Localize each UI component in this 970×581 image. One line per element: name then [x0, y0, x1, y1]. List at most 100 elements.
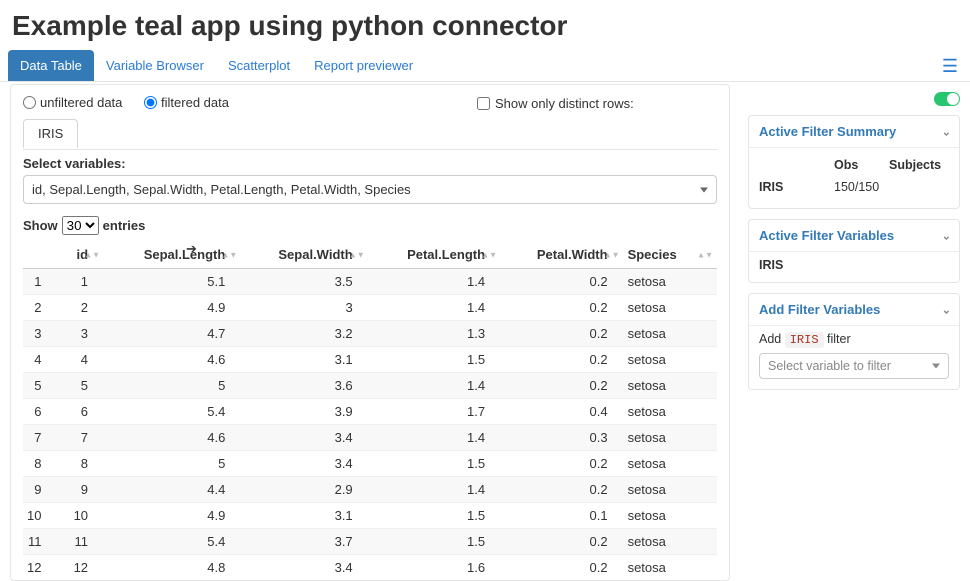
cell-sepal-width: 3.4	[241, 425, 368, 451]
cell-sepal-length: 5.4	[104, 399, 241, 425]
table-row[interactable]: 115.13.51.40.2setosa	[23, 269, 717, 295]
cell-petal-width: 0.2	[501, 555, 623, 581]
cell-id: 6	[57, 399, 104, 425]
cell-id: 2	[57, 295, 104, 321]
cell-petal-length: 1.5	[369, 451, 501, 477]
cell-id: 11	[57, 529, 104, 555]
cell-petal-width: 0.2	[501, 269, 623, 295]
cell-rownum: 5	[23, 373, 57, 399]
tab-variable-browser[interactable]: Variable Browser	[94, 50, 216, 81]
cell-sepal-length: 5.1	[104, 269, 241, 295]
side-panel: Active Filter Summary ⌄ Obs Subjects IRI…	[748, 84, 960, 581]
cell-petal-width: 0.2	[501, 477, 623, 503]
show-entries-select[interactable]: 30	[62, 216, 99, 235]
col-id[interactable]: id▲▼	[57, 241, 104, 269]
cell-sepal-width: 3.4	[241, 555, 368, 581]
table-row[interactable]: 334.73.21.30.2setosa	[23, 321, 717, 347]
cell-sepal-length: 5	[104, 451, 241, 477]
cell-rownum: 7	[23, 425, 57, 451]
col-species[interactable]: Species▲▼	[624, 241, 717, 269]
summary-obs-value: 150/150	[834, 180, 889, 194]
cell-petal-length: 1.4	[369, 425, 501, 451]
hamburger-icon[interactable]: ☰	[942, 56, 958, 77]
table-row[interactable]: 12124.83.41.60.2setosa	[23, 555, 717, 581]
summary-head-subjects: Subjects	[889, 158, 949, 172]
cell-species: setosa	[624, 373, 717, 399]
chevron-down-icon: ⌄	[942, 229, 951, 242]
table-row[interactable]: 8853.41.50.2setosa	[23, 451, 717, 477]
cell-id: 8	[57, 451, 104, 477]
tab-report-previewer[interactable]: Report previewer	[302, 50, 425, 81]
select-variables-input[interactable]: id, Sepal.Length, Sepal.Width, Petal.Len…	[23, 175, 717, 204]
show-entries-prefix: Show	[23, 218, 58, 233]
cell-rownum: 4	[23, 347, 57, 373]
cell-sepal-length: 4.6	[104, 347, 241, 373]
cell-sepal-width: 3.1	[241, 347, 368, 373]
table-row[interactable]: 11115.43.71.50.2setosa	[23, 529, 717, 555]
cell-sepal-length: 5.4	[104, 529, 241, 555]
cell-species: setosa	[624, 451, 717, 477]
cell-rownum: 11	[23, 529, 57, 555]
cell-petal-length: 1.3	[369, 321, 501, 347]
cell-species: setosa	[624, 477, 717, 503]
main-tabbar: Data Table Variable Browser Scatterplot …	[0, 50, 970, 82]
cell-petal-width: 0.1	[501, 503, 623, 529]
cell-petal-width: 0.2	[501, 373, 623, 399]
cell-petal-length: 1.4	[369, 477, 501, 503]
col-rownum	[23, 241, 57, 269]
card-header-add-vars[interactable]: Add Filter Variables ⌄	[749, 294, 959, 326]
cell-petal-length: 1.4	[369, 295, 501, 321]
table-row[interactable]: 224.931.40.2setosa	[23, 295, 717, 321]
show-entries-control: Show 30 entries	[11, 212, 729, 241]
tab-scatterplot[interactable]: Scatterplot	[216, 50, 302, 81]
card-header-summary[interactable]: Active Filter Summary ⌄	[749, 116, 959, 148]
col-sepal-length[interactable]: Sepal.Length▲▼	[104, 241, 241, 269]
cell-rownum: 8	[23, 451, 57, 477]
table-row[interactable]: 774.63.41.40.3setosa	[23, 425, 717, 451]
cell-petal-width: 0.4	[501, 399, 623, 425]
card-header-active-vars[interactable]: Active Filter Variables ⌄	[749, 220, 959, 252]
chevron-down-icon: ⌄	[942, 125, 951, 138]
cell-sepal-length: 4.7	[104, 321, 241, 347]
add-filter-variable-select[interactable]: Select variable to filter	[759, 353, 949, 379]
cell-petal-width: 0.2	[501, 321, 623, 347]
cell-sepal-width: 3.1	[241, 503, 368, 529]
cell-id: 1	[57, 269, 104, 295]
table-row[interactable]: 994.42.91.40.2setosa	[23, 477, 717, 503]
table-row[interactable]: 5553.61.40.2setosa	[23, 373, 717, 399]
cell-sepal-length: 4.9	[104, 503, 241, 529]
summary-dataset: IRIS	[759, 180, 834, 194]
col-petal-length[interactable]: Petal.Length▲▼	[369, 241, 501, 269]
add-filter-code: IRIS	[785, 332, 824, 348]
col-sepal-width[interactable]: Sepal.Width▲▼	[241, 241, 368, 269]
cell-id: 10	[57, 503, 104, 529]
cell-species: setosa	[624, 555, 717, 581]
cell-petal-width: 0.2	[501, 347, 623, 373]
cell-sepal-length: 4.8	[104, 555, 241, 581]
cell-rownum: 2	[23, 295, 57, 321]
data-table: id▲▼ Sepal.Length▲▼ Sepal.Width▲▼ Petal.…	[23, 241, 717, 580]
distinct-rows-label: Show only distinct rows:	[495, 96, 634, 111]
cell-petal-width: 0.3	[501, 425, 623, 451]
table-row[interactable]: 665.43.91.70.4setosa	[23, 399, 717, 425]
cell-sepal-width: 3	[241, 295, 368, 321]
table-row[interactable]: 444.63.11.50.2setosa	[23, 347, 717, 373]
radio-filtered[interactable]: filtered data	[144, 95, 229, 110]
cell-id: 9	[57, 477, 104, 503]
cell-id: 12	[57, 555, 104, 581]
filter-radio-group: unfiltered data filtered data	[23, 95, 247, 112]
table-row[interactable]: 10104.93.11.50.1setosa	[23, 503, 717, 529]
dataset-tab-iris[interactable]: IRIS	[23, 119, 78, 148]
distinct-rows-checkbox[interactable]: Show only distinct rows:	[477, 96, 634, 111]
cell-sepal-width: 3.5	[241, 269, 368, 295]
filter-panel-toggle[interactable]	[934, 92, 960, 106]
cell-species: setosa	[624, 529, 717, 555]
cell-species: setosa	[624, 269, 717, 295]
col-petal-width[interactable]: Petal.Width▲▼	[501, 241, 623, 269]
add-filter-label: Add IRIS filter	[759, 332, 949, 347]
tab-data-table[interactable]: Data Table	[8, 50, 94, 81]
radio-unfiltered[interactable]: unfiltered data	[23, 95, 122, 110]
radio-filtered-label: filtered data	[161, 95, 229, 110]
card-active-filter-summary: Active Filter Summary ⌄ Obs Subjects IRI…	[748, 115, 960, 209]
cell-petal-length: 1.5	[369, 529, 501, 555]
